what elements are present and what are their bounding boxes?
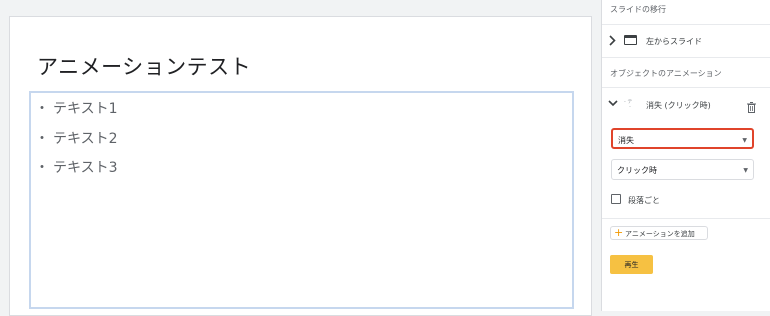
slide-title[interactable]: アニメーションテスト	[37, 51, 251, 81]
object-animation-header: オブジェクトのアニメーション	[610, 69, 722, 78]
plus-icon: +	[614, 226, 624, 239]
divider	[602, 87, 770, 88]
chevron-down-icon[interactable]	[608, 100, 618, 110]
by-paragraph-label: 段落ごと	[628, 196, 660, 205]
effect-select-value: 消失	[618, 136, 634, 145]
trash-icon[interactable]	[747, 98, 756, 113]
bullet-marker: ・	[35, 101, 49, 117]
trigger-select-value: クリック時	[617, 166, 657, 175]
slide-canvas[interactable]: アニメーションテスト ・テキスト1 ・テキスト2 ・テキスト3	[9, 16, 592, 316]
animation-icon: - テ –	[624, 98, 634, 110]
by-paragraph-checkbox[interactable]	[611, 194, 621, 204]
divider	[602, 218, 770, 219]
bullet-item: ・テキスト1	[35, 98, 118, 118]
bullet-marker: ・	[35, 160, 49, 176]
divider	[602, 24, 770, 25]
bullet-item: ・テキスト3	[35, 157, 118, 177]
animation-item-label: 消失 (クリック時)	[646, 101, 711, 110]
play-button-label: 再生	[624, 261, 639, 269]
effect-select[interactable]: 消失 ▼	[611, 128, 754, 149]
bullet-text: テキスト2	[53, 131, 118, 147]
bullet-marker: ・	[35, 131, 49, 147]
bullet-text: テキスト3	[53, 160, 118, 176]
svg-text:–: –	[629, 104, 631, 108]
add-animation-label: アニメーションを追加	[625, 230, 695, 238]
dropdown-arrow-icon: ▼	[742, 137, 747, 144]
bullet-text: テキスト1	[53, 101, 118, 117]
bullet-item: ・テキスト2	[35, 128, 118, 148]
slide-icon	[624, 35, 637, 45]
play-button[interactable]: 再生	[610, 255, 653, 274]
chevron-right-icon[interactable]	[609, 35, 616, 49]
transition-value: 左からスライド	[646, 37, 702, 46]
dropdown-arrow-icon: ▼	[743, 167, 748, 174]
transition-header: スライドの移行	[610, 5, 666, 14]
trigger-select[interactable]: クリック時 ▼	[611, 159, 754, 180]
add-animation-button[interactable]: + アニメーションを追加	[610, 226, 708, 240]
body-textbox[interactable]: ・テキスト1 ・テキスト2 ・テキスト3	[29, 91, 574, 309]
motion-panel: スライドの移行 左からスライド オブジェクトのアニメーション - テ – 消失 (…	[601, 0, 770, 311]
divider	[602, 57, 770, 58]
